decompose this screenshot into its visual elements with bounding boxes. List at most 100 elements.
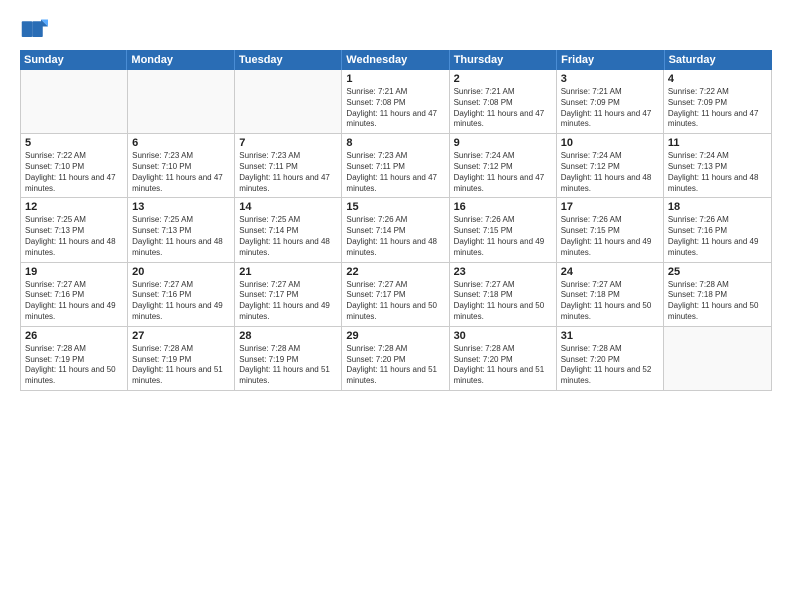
day-info: Sunrise: 7:26 AM Sunset: 7:15 PM Dayligh… <box>561 215 659 258</box>
calendar-cell: 5 Sunrise: 7:22 AM Sunset: 7:10 PM Daylig… <box>21 134 128 197</box>
day-info: Sunrise: 7:28 AM Sunset: 7:19 PM Dayligh… <box>25 344 123 387</box>
day-info: Sunrise: 7:27 AM Sunset: 7:18 PM Dayligh… <box>561 280 659 323</box>
day-info: Sunrise: 7:23 AM Sunset: 7:10 PM Dayligh… <box>132 151 230 194</box>
day-number: 16 <box>454 201 552 213</box>
day-number: 4 <box>668 73 767 85</box>
weekday-header: Tuesday <box>235 50 342 70</box>
day-number: 14 <box>239 201 337 213</box>
day-info: Sunrise: 7:22 AM Sunset: 7:10 PM Dayligh… <box>25 151 123 194</box>
day-info: Sunrise: 7:25 AM Sunset: 7:13 PM Dayligh… <box>132 215 230 258</box>
day-number: 31 <box>561 330 659 342</box>
day-info: Sunrise: 7:21 AM Sunset: 7:09 PM Dayligh… <box>561 87 659 130</box>
calendar-cell: 14 Sunrise: 7:25 AM Sunset: 7:14 PM Dayli… <box>235 198 342 261</box>
logo <box>20 16 52 44</box>
calendar-cell: 24 Sunrise: 7:27 AM Sunset: 7:18 PM Dayli… <box>557 263 664 326</box>
calendar-cell: 2 Sunrise: 7:21 AM Sunset: 7:08 PM Daylig… <box>450 70 557 133</box>
calendar-cell: 4 Sunrise: 7:22 AM Sunset: 7:09 PM Daylig… <box>664 70 771 133</box>
day-number: 2 <box>454 73 552 85</box>
day-info: Sunrise: 7:27 AM Sunset: 7:18 PM Dayligh… <box>454 280 552 323</box>
calendar-cell: 3 Sunrise: 7:21 AM Sunset: 7:09 PM Daylig… <box>557 70 664 133</box>
day-number: 29 <box>346 330 444 342</box>
day-number: 18 <box>668 201 767 213</box>
calendar-cell: 29 Sunrise: 7:28 AM Sunset: 7:20 PM Dayli… <box>342 327 449 390</box>
day-number: 15 <box>346 201 444 213</box>
calendar-cell: 19 Sunrise: 7:27 AM Sunset: 7:16 PM Dayli… <box>21 263 128 326</box>
day-info: Sunrise: 7:26 AM Sunset: 7:14 PM Dayligh… <box>346 215 444 258</box>
weekday-header: Friday <box>557 50 664 70</box>
calendar-cell: 15 Sunrise: 7:26 AM Sunset: 7:14 PM Dayli… <box>342 198 449 261</box>
calendar-week-row: 19 Sunrise: 7:27 AM Sunset: 7:16 PM Dayli… <box>21 263 771 327</box>
day-number: 27 <box>132 330 230 342</box>
calendar-cell: 13 Sunrise: 7:25 AM Sunset: 7:13 PM Dayli… <box>128 198 235 261</box>
day-info: Sunrise: 7:28 AM Sunset: 7:19 PM Dayligh… <box>132 344 230 387</box>
day-number: 7 <box>239 137 337 149</box>
calendar-cell: 21 Sunrise: 7:27 AM Sunset: 7:17 PM Dayli… <box>235 263 342 326</box>
weekday-header: Saturday <box>665 50 772 70</box>
day-info: Sunrise: 7:24 AM Sunset: 7:12 PM Dayligh… <box>454 151 552 194</box>
day-info: Sunrise: 7:27 AM Sunset: 7:16 PM Dayligh… <box>25 280 123 323</box>
calendar-cell: 31 Sunrise: 7:28 AM Sunset: 7:20 PM Dayli… <box>557 327 664 390</box>
calendar-cell: 16Sunrise: 7:26 AM Sunset: 7:15 PM Dayli… <box>450 198 557 261</box>
logo-icon <box>20 16 48 44</box>
calendar-cell: 23Sunrise: 7:27 AM Sunset: 7:18 PM Dayli… <box>450 263 557 326</box>
calendar-cell: 27 Sunrise: 7:28 AM Sunset: 7:19 PM Dayli… <box>128 327 235 390</box>
day-number: 28 <box>239 330 337 342</box>
weekday-header: Sunday <box>20 50 127 70</box>
calendar-cell <box>21 70 128 133</box>
day-info: Sunrise: 7:21 AM Sunset: 7:08 PM Dayligh… <box>454 87 552 130</box>
day-info: Sunrise: 7:27 AM Sunset: 7:17 PM Dayligh… <box>346 280 444 323</box>
day-info: Sunrise: 7:27 AM Sunset: 7:17 PM Dayligh… <box>239 280 337 323</box>
day-number: 13 <box>132 201 230 213</box>
calendar-cell: 30 Sunrise: 7:28 AM Sunset: 7:20 PM Dayli… <box>450 327 557 390</box>
calendar-header: SundayMondayTuesdayWednesdayThursdayFrid… <box>20 50 772 70</box>
calendar: SundayMondayTuesdayWednesdayThursdayFrid… <box>20 50 772 600</box>
day-number: 24 <box>561 266 659 278</box>
day-number: 19 <box>25 266 123 278</box>
day-number: 3 <box>561 73 659 85</box>
day-number: 1 <box>346 73 444 85</box>
day-number: 10 <box>561 137 659 149</box>
day-number: 17 <box>561 201 659 213</box>
calendar-cell: 28 Sunrise: 7:28 AM Sunset: 7:19 PM Dayli… <box>235 327 342 390</box>
weekday-header: Wednesday <box>342 50 449 70</box>
calendar-cell: 11Sunrise: 7:24 AM Sunset: 7:13 PM Dayli… <box>664 134 771 197</box>
day-info: Sunrise: 7:28 AM Sunset: 7:19 PM Dayligh… <box>239 344 337 387</box>
day-info: Sunrise: 7:21 AM Sunset: 7:08 PM Dayligh… <box>346 87 444 130</box>
calendar-cell: 22Sunrise: 7:27 AM Sunset: 7:17 PM Dayli… <box>342 263 449 326</box>
day-number: 25 <box>668 266 767 278</box>
day-info: Sunrise: 7:28 AM Sunset: 7:20 PM Dayligh… <box>346 344 444 387</box>
day-number: 5 <box>25 137 123 149</box>
calendar-cell: 26Sunrise: 7:28 AM Sunset: 7:19 PM Dayli… <box>21 327 128 390</box>
calendar-cell: 25 Sunrise: 7:28 AM Sunset: 7:18 PM Dayli… <box>664 263 771 326</box>
day-number: 9 <box>454 137 552 149</box>
day-info: Sunrise: 7:23 AM Sunset: 7:11 PM Dayligh… <box>239 151 337 194</box>
calendar-cell: 18 Sunrise: 7:26 AM Sunset: 7:16 PM Dayli… <box>664 198 771 261</box>
calendar-cell: 12 Sunrise: 7:25 AM Sunset: 7:13 PM Dayli… <box>21 198 128 261</box>
day-number: 21 <box>239 266 337 278</box>
calendar-week-row: 12 Sunrise: 7:25 AM Sunset: 7:13 PM Dayli… <box>21 198 771 262</box>
day-number: 12 <box>25 201 123 213</box>
calendar-cell: 8 Sunrise: 7:23 AM Sunset: 7:11 PM Daylig… <box>342 134 449 197</box>
day-info: Sunrise: 7:28 AM Sunset: 7:20 PM Dayligh… <box>561 344 659 387</box>
day-info: Sunrise: 7:28 AM Sunset: 7:20 PM Dayligh… <box>454 344 552 387</box>
day-info: Sunrise: 7:25 AM Sunset: 7:14 PM Dayligh… <box>239 215 337 258</box>
day-info: Sunrise: 7:27 AM Sunset: 7:16 PM Dayligh… <box>132 280 230 323</box>
day-info: Sunrise: 7:28 AM Sunset: 7:18 PM Dayligh… <box>668 280 767 323</box>
calendar-week-row: 5 Sunrise: 7:22 AM Sunset: 7:10 PM Daylig… <box>21 134 771 198</box>
day-number: 30 <box>454 330 552 342</box>
calendar-cell: 1 Sunrise: 7:21 AM Sunset: 7:08 PM Daylig… <box>342 70 449 133</box>
day-number: 6 <box>132 137 230 149</box>
calendar-cell: 7 Sunrise: 7:23 AM Sunset: 7:11 PM Daylig… <box>235 134 342 197</box>
day-number: 11 <box>668 137 767 149</box>
day-number: 8 <box>346 137 444 149</box>
day-info: Sunrise: 7:23 AM Sunset: 7:11 PM Dayligh… <box>346 151 444 194</box>
calendar-cell: 9 Sunrise: 7:24 AM Sunset: 7:12 PM Daylig… <box>450 134 557 197</box>
day-number: 20 <box>132 266 230 278</box>
calendar-cell <box>664 327 771 390</box>
calendar-cell: 6 Sunrise: 7:23 AM Sunset: 7:10 PM Daylig… <box>128 134 235 197</box>
day-info: Sunrise: 7:26 AM Sunset: 7:16 PM Dayligh… <box>668 215 767 258</box>
calendar-week-row: 26Sunrise: 7:28 AM Sunset: 7:19 PM Dayli… <box>21 327 771 390</box>
calendar-cell: 10Sunrise: 7:24 AM Sunset: 7:12 PM Dayli… <box>557 134 664 197</box>
day-info: Sunrise: 7:22 AM Sunset: 7:09 PM Dayligh… <box>668 87 767 130</box>
day-info: Sunrise: 7:25 AM Sunset: 7:13 PM Dayligh… <box>25 215 123 258</box>
